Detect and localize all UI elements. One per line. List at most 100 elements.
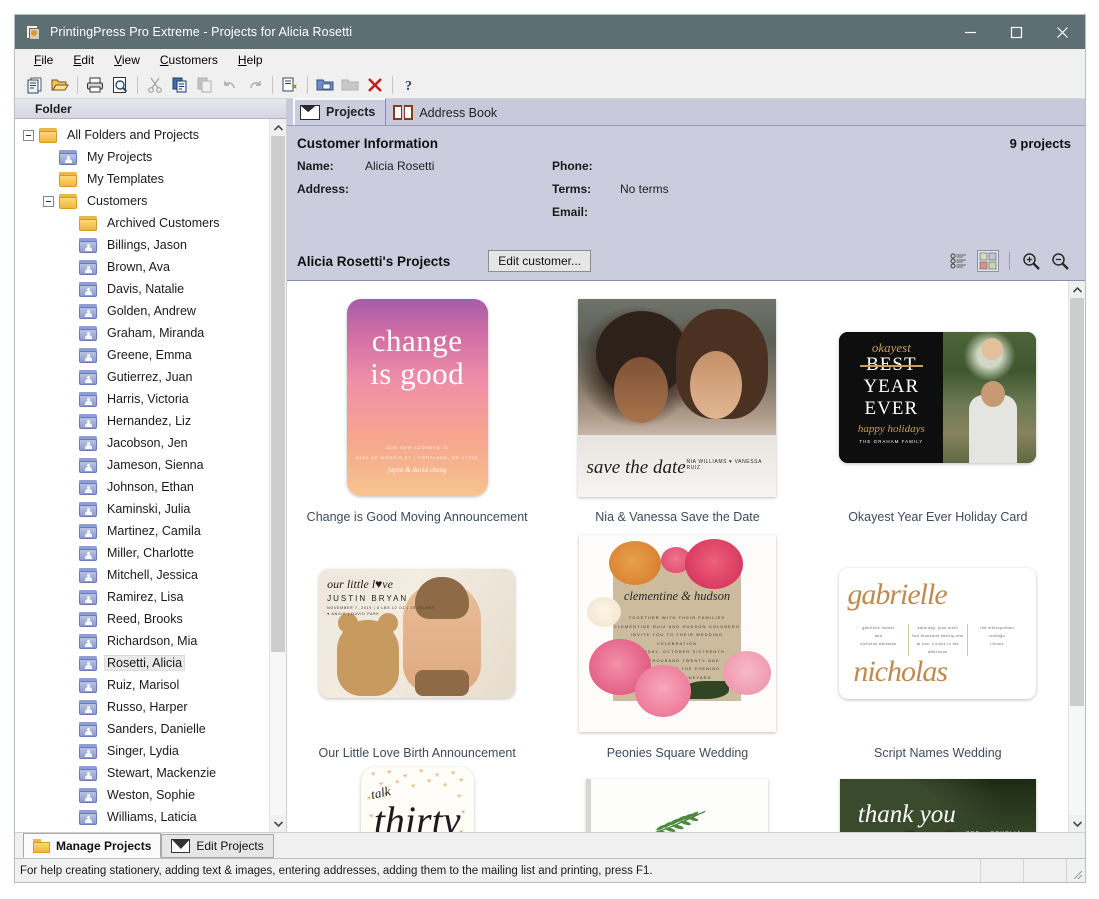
star-icon: ✳: [434, 773, 440, 779]
folder-tree[interactable]: All Folders and Projects My Projects My Te…: [15, 119, 269, 832]
project-item[interactable]: gabrielle gabrielle hunter and nicholas we…: [808, 525, 1068, 761]
projects-scroll-thumb[interactable]: [1070, 298, 1084, 707]
tree-item[interactable]: Weston, Sophie: [15, 784, 269, 806]
tree-item[interactable]: Golden, Andrew: [15, 300, 269, 322]
tree-item[interactable]: Harris, Victoria: [15, 388, 269, 410]
menu-edit[interactable]: Edit: [63, 51, 104, 69]
edit-customer-button[interactable]: Edit customer...: [488, 250, 591, 272]
project-item[interactable]: change is good OUR NEW ADDRESS IS 5460 N…: [287, 289, 547, 525]
folder-tree-wrap: All Folders and Projects My Projects My Te…: [15, 119, 286, 832]
project-thumbnail[interactable]: clementine & hudson TOGETHER WITH THEIR …: [578, 531, 776, 736]
tree-item[interactable]: Billings, Jason: [15, 234, 269, 256]
zoom-in-icon[interactable]: [1020, 250, 1042, 272]
tree-item[interactable]: Williams, Laticia: [15, 806, 269, 828]
tree-item[interactable]: Mitchell, Jessica: [15, 564, 269, 586]
sidebar-scroll-thumb[interactable]: [271, 136, 285, 653]
bottom-tab-manage-projects[interactable]: Manage Projects: [23, 833, 162, 858]
sidebar-scroll-track[interactable]: [270, 136, 286, 815]
tree-item[interactable]: Brown, Ava: [15, 256, 269, 278]
tree-item[interactable]: Rosetti, Alicia: [15, 652, 269, 674]
tab-address-book[interactable]: Address Book: [386, 100, 509, 125]
project-item[interactable]: our little l♥ve JUSTIN BRYAN NOVEMBER 7,…: [287, 525, 547, 761]
bottom-tab-edit-projects[interactable]: Edit Projects: [161, 834, 274, 858]
tree-item[interactable]: Archived Customers: [15, 212, 269, 234]
project-thumbnail[interactable]: our little l♥ve JUSTIN BRYAN NOVEMBER 7,…: [319, 531, 516, 736]
tree-expander-icon[interactable]: [23, 129, 34, 141]
tree-item[interactable]: Johnson, Ethan: [15, 476, 269, 498]
maximize-icon[interactable]: [993, 15, 1039, 49]
project-item[interactable]: okayest BEST YEAR EVER happy holidays TH…: [808, 289, 1068, 525]
tree-item-label: Gutierrez, Juan: [107, 370, 193, 384]
tree-item[interactable]: Martinez, Camila: [15, 520, 269, 542]
resize-grip[interactable]: [1067, 859, 1085, 882]
list-view-icon[interactable]: [948, 250, 970, 272]
tree-item[interactable]: Davis, Natalie: [15, 278, 269, 300]
grid-view-icon[interactable]: [977, 250, 999, 272]
art-line2: thirty: [373, 798, 461, 833]
project-thumbnail[interactable]: okayest BEST YEAR EVER happy holidays TH…: [839, 295, 1037, 500]
tree-item[interactable]: Richardson, Mia: [15, 630, 269, 652]
project-thumbnail[interactable]: ✳✳✳✳✳✳✳✳✳✳✳✳✳✳✳✳✳✳✳✳✳✳✳✳✳✳✳✳ talk thirty…: [360, 767, 474, 833]
menu-customers[interactable]: Customers: [150, 51, 228, 69]
tree-item[interactable]: Reed, Brooks: [15, 608, 269, 630]
tree-item[interactable]: Hernandez, Liz: [15, 410, 269, 432]
projects-scrollbar[interactable]: [1068, 281, 1085, 832]
scroll-up-icon[interactable]: [270, 119, 286, 136]
tree-item[interactable]: My Templates: [15, 168, 269, 190]
project-item[interactable]: the family of PAUL ANDERSON acknowledges…: [547, 761, 807, 832]
tree-item[interactable]: Customers: [15, 190, 269, 212]
delete-icon[interactable]: [363, 73, 387, 97]
tree-expander-icon[interactable]: [43, 195, 54, 207]
new-project-icon[interactable]: [23, 73, 47, 97]
project-thumbnail[interactable]: gabrielle gabrielle hunter and nicholas we…: [839, 531, 1037, 736]
copy-icon[interactable]: [168, 73, 192, 97]
tree-item[interactable]: Kaminski, Julia: [15, 498, 269, 520]
undo-icon[interactable]: [218, 73, 242, 97]
new-customer-icon[interactable]: [278, 73, 302, 97]
tree-item[interactable]: Jameson, Sienna: [15, 454, 269, 476]
tree-item[interactable]: Sanders, Danielle: [15, 718, 269, 740]
help-icon[interactable]: ?: [398, 73, 422, 97]
scroll-down-icon[interactable]: [270, 815, 286, 832]
project-item[interactable]: ✳✳✳✳✳✳✳✳✳✳✳✳✳✳✳✳✳✳✳✳✳✳✳✳✳✳✳✳ talk thirty…: [287, 761, 547, 832]
archive-folder-icon[interactable]: [338, 73, 362, 97]
tree-item[interactable]: Russo, Harper: [15, 696, 269, 718]
zoom-out-icon[interactable]: [1049, 250, 1071, 272]
tab-projects[interactable]: Projects: [293, 98, 387, 125]
tree-item[interactable]: My Projects: [15, 146, 269, 168]
tree-item[interactable]: Ruiz, Marisol: [15, 674, 269, 696]
menu-file[interactable]: File: [24, 51, 63, 69]
sidebar-scrollbar[interactable]: [269, 119, 286, 832]
tree-item[interactable]: Graham, Miranda: [15, 322, 269, 344]
print-icon[interactable]: [83, 73, 107, 97]
print-preview-icon[interactable]: [108, 73, 132, 97]
tree-item[interactable]: Ramirez, Lisa: [15, 586, 269, 608]
redo-icon[interactable]: [243, 73, 267, 97]
paste-icon[interactable]: [193, 73, 217, 97]
project-item[interactable]: save the date NIA WILLIAMS ♥ VANESSA RUI…: [547, 289, 807, 525]
tree-item[interactable]: Jacobson, Jen: [15, 432, 269, 454]
menu-help[interactable]: Help: [228, 51, 273, 69]
project-thumbnail[interactable]: thank you ZOE ♥ OPHELIA: [839, 767, 1036, 832]
tree-item[interactable]: Miller, Charlotte: [15, 542, 269, 564]
open-folder-icon[interactable]: [48, 73, 72, 97]
cut-icon[interactable]: [143, 73, 167, 97]
project-item[interactable]: clementine & hudson TOGETHER WITH THEIR …: [547, 525, 807, 761]
projects-grid[interactable]: change is good OUR NEW ADDRESS IS 5460 N…: [287, 281, 1068, 832]
tree-item[interactable]: Gutierrez, Juan: [15, 366, 269, 388]
project-thumbnail[interactable]: change is good OUR NEW ADDRESS IS 5460 N…: [346, 295, 488, 500]
projects-scroll-track[interactable]: [1069, 298, 1085, 815]
tree-item[interactable]: All Folders and Projects: [15, 124, 269, 146]
menu-view[interactable]: View: [104, 51, 150, 69]
tree-item[interactable]: Stewart, Mackenzie: [15, 762, 269, 784]
add-folder-icon[interactable]: [313, 73, 337, 97]
project-item[interactable]: thank you ZOE ♥ OPHELIA: [808, 761, 1068, 832]
scroll-down-icon[interactable]: [1069, 815, 1085, 832]
tree-item[interactable]: Greene, Emma: [15, 344, 269, 366]
tree-item[interactable]: Singer, Lydia: [15, 740, 269, 762]
close-icon[interactable]: [1039, 15, 1085, 49]
scroll-up-icon[interactable]: [1069, 281, 1085, 298]
project-thumbnail[interactable]: the family of PAUL ANDERSON acknowledges…: [586, 767, 769, 832]
project-thumbnail[interactable]: save the date NIA WILLIAMS ♥ VANESSA RUI…: [578, 295, 777, 500]
minimize-icon[interactable]: [947, 15, 993, 49]
